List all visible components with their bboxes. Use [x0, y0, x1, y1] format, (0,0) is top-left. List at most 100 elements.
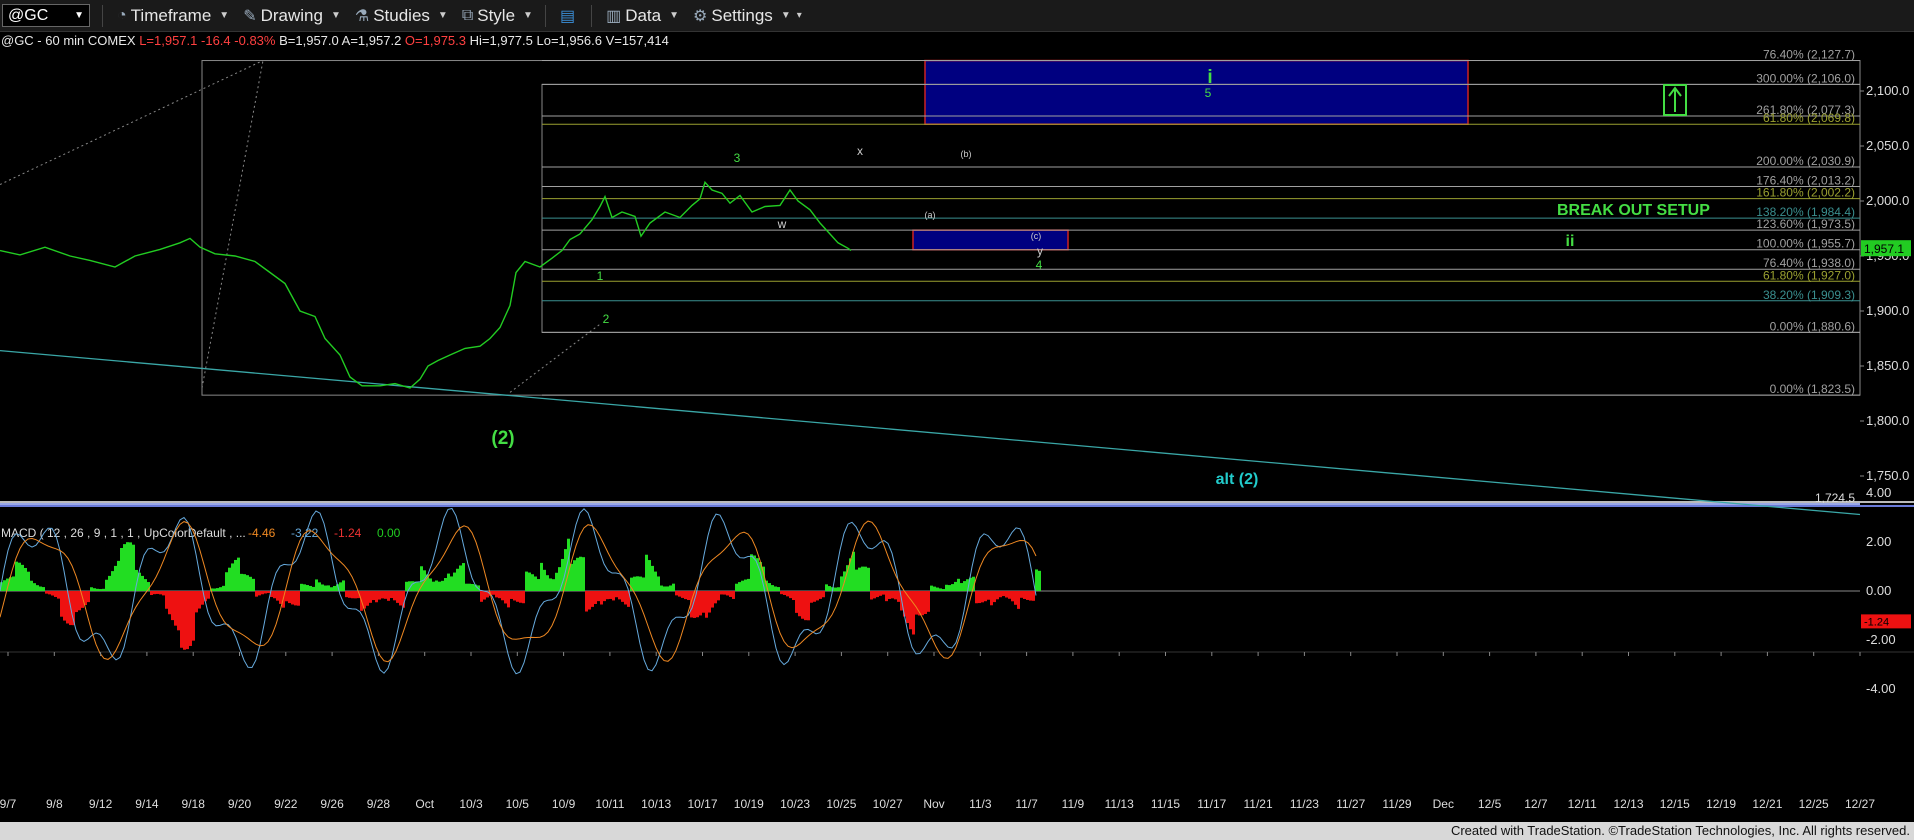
macd-histogram-bar: [393, 591, 396, 601]
macd-histogram-bar: [198, 591, 201, 609]
x-tick-label: 10/27: [873, 797, 903, 811]
macd-histogram-bar: [642, 577, 645, 591]
macd-histogram-bar: [747, 578, 750, 591]
x-tick-label: 10/23: [780, 797, 810, 811]
macd-histogram-bar: [948, 585, 951, 591]
layout-button[interactable]: ▤: [560, 6, 579, 26]
x-tick-label: 12/7: [1524, 797, 1548, 811]
macd-histogram-bar: [510, 591, 513, 599]
macd-histogram-bar: [783, 591, 786, 595]
x-tick-label: Dec: [1433, 797, 1454, 811]
fib-label: 0.00% (1,880.6): [1770, 319, 1855, 333]
macd-histogram-bar: [156, 591, 159, 594]
macd-histogram-bar: [810, 591, 813, 603]
macd-histogram-bar: [111, 571, 114, 591]
macd-histogram-bar: [297, 591, 300, 606]
macd-histogram-bar: [276, 591, 279, 601]
macd-histogram-bar: [288, 591, 291, 604]
x-tick-label: 11/9: [1062, 797, 1085, 811]
macd-histogram-bar: [834, 587, 837, 591]
macd-histogram-bar: [681, 591, 684, 598]
macd-histogram-bar: [27, 571, 30, 591]
macd-histogram-bar: [660, 585, 663, 591]
macd-histogram-bar: [495, 591, 498, 598]
macd-histogram-bar: [1002, 591, 1005, 597]
macd-histogram-bar: [168, 591, 171, 615]
x-tick-label: 9/14: [135, 797, 159, 811]
macd-histogram-bar: [429, 578, 432, 591]
trendline: [0, 349, 1861, 516]
fib-label: 123.60% (1,973.5): [1756, 217, 1855, 231]
macd-histogram-bar: [3, 580, 6, 591]
copyright-footer: Created with TradeStation. ©TradeStation…: [0, 822, 1914, 840]
timeframe-button[interactable]: ◔ Timeframe ▼: [117, 6, 229, 26]
macd-histogram-bar: [234, 559, 237, 591]
wave-label: (a): [925, 210, 936, 220]
x-tick-label: 10/13: [641, 797, 671, 811]
settings-button[interactable]: ⚙ Settings ▼ ▾: [693, 6, 802, 26]
chevron-down-icon: ▼: [74, 10, 84, 21]
macd-histogram-bar: [615, 591, 618, 598]
wave-label: (2): [491, 428, 514, 449]
macd-histogram-bar: [738, 582, 741, 591]
macd-histogram-bar: [858, 567, 861, 591]
macd-histogram-bar: [30, 580, 33, 591]
volume: V=157,414: [605, 33, 669, 48]
macd-histogram-bar: [663, 586, 666, 591]
macd-histogram-bar: [876, 591, 879, 598]
macd-histogram-bar: [438, 581, 441, 591]
macd-y-tick-label: -4.00: [1866, 681, 1896, 696]
macd-histogram-bar: [789, 591, 792, 599]
macd-histogram-bar: [657, 576, 660, 591]
macd-histogram-bar: [435, 580, 438, 591]
symbol-input[interactable]: @GC ▼: [2, 4, 90, 27]
macd-histogram-bar: [591, 591, 594, 607]
macd-histogram-bar: [456, 568, 459, 591]
macd-histogram-bar: [978, 591, 981, 604]
macd-histogram-bar: [237, 557, 240, 591]
drawing-button[interactable]: ✎ Drawing ▼: [243, 6, 341, 26]
macd-histogram-bar: [258, 591, 261, 596]
macd-histogram-bar: [339, 582, 342, 591]
macd-histogram-bar: [207, 591, 210, 599]
macd-histogram-bar: [984, 591, 987, 602]
x-tick-label: 12/11: [1568, 797, 1597, 811]
macd-histogram-bar: [801, 591, 804, 619]
timeframe-label: Timeframe: [130, 5, 212, 25]
x-tick-label: 11/21: [1244, 797, 1273, 811]
macd-histogram-bar: [189, 591, 192, 646]
macd-histogram-bar: [132, 544, 135, 591]
chevron-down-icon: ▼: [437, 10, 448, 21]
macd-histogram-bar: [129, 542, 132, 591]
macd-histogram-bar: [165, 591, 168, 609]
macd-histogram-bar: [993, 591, 996, 603]
macd-histogram-bar: [522, 591, 525, 604]
macd-histogram-bar: [348, 591, 351, 598]
x-tick-label: 11/27: [1336, 797, 1365, 811]
macd-histogram-bar: [699, 591, 702, 616]
macd-histogram-bar: [432, 581, 435, 591]
macd-histogram-bar: [1023, 591, 1026, 599]
macd-histogram-bar: [573, 560, 576, 591]
macd-histogram-bar: [645, 554, 648, 591]
macd-histogram-bar: [1005, 591, 1008, 598]
macd-histogram-bar: [870, 591, 873, 600]
macd-histogram-bar: [330, 587, 333, 591]
macd-histogram-bar: [114, 565, 117, 591]
style-button[interactable]: ⧉ Style ▼: [462, 6, 533, 26]
price-chart[interactable]: 76.40% (2,127.7) 300.00% (2,106.0) 2 61.80%…: [0, 32, 1914, 822]
macd-histogram-bar: [264, 591, 267, 594]
macd-histogram-bar: [378, 591, 381, 600]
studies-button[interactable]: ⚗ Studies ▼: [355, 6, 448, 26]
macd-histogram-bar: [936, 587, 939, 591]
last-price-label: 1,957.1: [1864, 242, 1904, 256]
macd-histogram-bar: [87, 591, 90, 603]
macd-histogram-bar: [723, 591, 726, 595]
data-button[interactable]: ▥ Data ▼: [606, 6, 679, 26]
macd-histogram-bar: [369, 591, 372, 603]
macd-histogram-bar: [501, 591, 504, 601]
macd-histogram-bar: [639, 576, 642, 591]
macd-histogram-bar: [720, 591, 723, 595]
macd-histogram-bar: [624, 591, 627, 605]
macd-value-marker-label: -1.24: [1864, 616, 1889, 628]
